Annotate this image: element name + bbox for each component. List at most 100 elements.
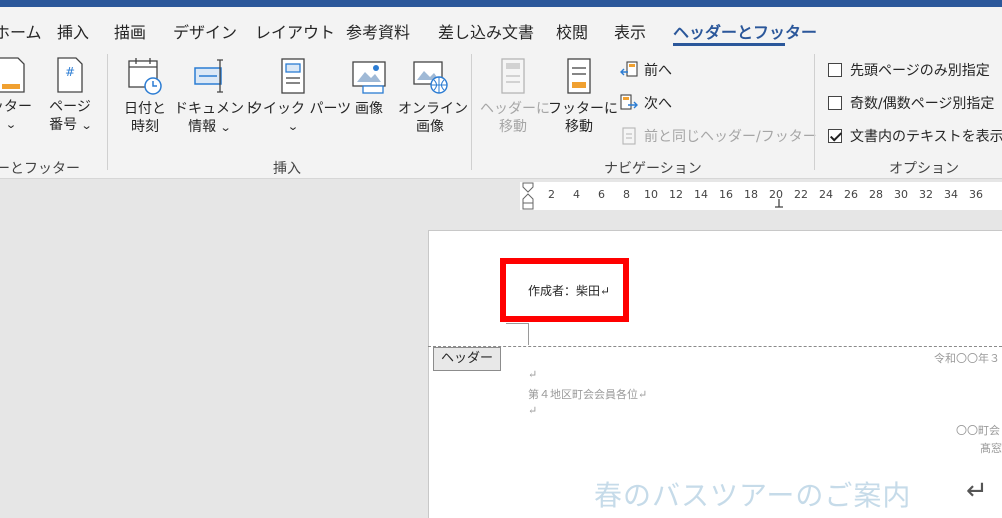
title-bar-strip: [0, 0, 1002, 7]
show-document-text-checkbox[interactable]: 文書内のテキストを表示: [828, 126, 1002, 146]
addressee-line[interactable]: 第４地区町会会員各位↵: [528, 386, 647, 402]
paragraph-mark: ↵: [528, 368, 538, 381]
page-number-label-line1: ページ: [49, 99, 91, 115]
document-info-button[interactable]: ドキュメント 情報 ⌄: [174, 56, 258, 137]
indent-marker-icon[interactable]: [520, 182, 540, 210]
link-to-previous-button[interactable]: 前と同じヘッダー/フッター: [620, 126, 817, 146]
different-first-page-checkbox[interactable]: 先頭ページのみ別指定: [828, 60, 990, 80]
ribbon: ッター ⌄ # ページ 番号 ⌄ ーとフッター 日付と 時刻 ドキュメント 情: [0, 48, 1002, 179]
online-picture-label-line1: オンライン: [398, 101, 468, 117]
margin-marker: [506, 323, 528, 324]
picture-icon: [352, 61, 386, 94]
ruler-gutter: [0, 182, 520, 210]
ruler-tick-label: 6: [598, 188, 605, 201]
next-label: 次へ: [644, 96, 672, 112]
ruler-tick-label: 8: [623, 188, 630, 201]
ruler-tick-label: 14: [694, 188, 708, 201]
ruler-tick-label: 4: [573, 188, 580, 201]
group-label-navigation: ナビゲーション: [604, 161, 702, 177]
date-time-button[interactable]: 日付と 時刻: [118, 56, 172, 136]
tab-mailings[interactable]: 差し込み文書: [438, 19, 534, 43]
different-odd-even-label: 奇数/偶数ページ別指定: [850, 96, 995, 112]
online-picture-button[interactable]: オンライン 画像: [398, 56, 468, 136]
margin-marker: [528, 323, 529, 345]
group-separator: [107, 54, 108, 170]
active-tab-indicator: [673, 43, 785, 46]
group-separator: [471, 54, 472, 170]
tab-layout[interactable]: レイアウト: [255, 19, 335, 43]
tab-home[interactable]: ホーム: [0, 19, 42, 43]
header-boundary-line: [428, 346, 1002, 347]
ribbon-tab-bar: ホーム 挿入 描画 デザイン レイアウト 参考資料 差し込み文書 校閲 表示 ヘ…: [0, 7, 1002, 48]
organization-name-line[interactable]: 髙窓: [980, 440, 1002, 456]
tab-references[interactable]: 参考資料: [346, 19, 410, 43]
date-time-label-line2: 時刻: [131, 119, 159, 135]
go-to-footer-button[interactable]: フッターに 移動: [548, 56, 618, 136]
ruler-tick-label: 22: [794, 188, 808, 201]
svg-text:#: #: [65, 65, 75, 79]
checkbox-unchecked[interactable]: [828, 96, 842, 110]
document-info-label-line1: ドキュメント: [174, 101, 258, 117]
online-picture-icon: [413, 61, 448, 94]
link-to-previous-label: 前と同じヘッダー/フッター: [644, 129, 817, 145]
quick-parts-icon: [281, 58, 305, 94]
ruler-tick-label: 34: [944, 188, 958, 201]
highlight-annotation-box: [500, 258, 629, 322]
tab-header-footer[interactable]: ヘッダーとフッター: [673, 19, 817, 43]
tab-review[interactable]: 校閲: [556, 19, 588, 43]
footer-icon: [0, 57, 25, 93]
go-to-footer-icon: [567, 58, 591, 94]
calendar-clock-icon: [128, 58, 162, 95]
different-first-page-label: 先頭ページのみ別指定: [850, 63, 990, 79]
show-document-text-label: 文書内のテキストを表示: [850, 129, 1002, 145]
quick-parts-button[interactable]: クイック パーツ ⌄: [249, 56, 352, 136]
online-picture-label-line2: 画像: [416, 119, 444, 135]
ruler-tick-label: 18: [744, 188, 758, 201]
date-time-label-line1: 日付と: [124, 101, 166, 117]
ruler-tick-label: 12: [669, 188, 683, 201]
document-title[interactable]: 春のバスツアーのご案内: [594, 474, 911, 514]
ruler-tick-label: 36: [969, 188, 983, 201]
picture-label: 画像: [355, 101, 383, 117]
group-label-header-footer: ーとフッター: [0, 161, 80, 177]
go-to-header-icon: [501, 58, 525, 94]
group-label-options: オプション: [889, 161, 959, 177]
checkbox-checked[interactable]: [828, 129, 842, 143]
ruler-tick-label: 20: [769, 188, 783, 201]
chevron-down-icon: ⌄: [219, 121, 232, 134]
go-to-header-label-line1: ヘッダーに: [480, 101, 550, 117]
different-odd-even-checkbox[interactable]: 奇数/偶数ページ別指定: [828, 93, 994, 113]
page-number-button[interactable]: # ページ 番号 ⌄: [44, 56, 96, 135]
chevron-down-icon: ⌄: [287, 120, 299, 133]
tab-design[interactable]: デザイン: [173, 19, 237, 43]
ruler-tick-label: 16: [719, 188, 733, 201]
footer-button[interactable]: ッター ⌄: [0, 56, 36, 134]
go-to-header-button[interactable]: ヘッダーに 移動: [480, 56, 550, 136]
next-button[interactable]: 次へ: [620, 93, 672, 113]
ruler-tick-label: 32: [919, 188, 933, 201]
previous-label: 前へ: [644, 63, 672, 79]
go-to-header-label-line2: 移動: [499, 119, 527, 135]
ruler-tick-label: 24: [819, 188, 833, 201]
previous-button[interactable]: 前へ: [620, 60, 672, 80]
previous-section-icon: [620, 61, 638, 77]
picture-button[interactable]: 画像: [345, 56, 393, 118]
checkbox-unchecked[interactable]: [828, 63, 842, 77]
group-separator: [814, 54, 815, 170]
tab-insert[interactable]: 挿入: [57, 19, 89, 43]
chevron-down-icon: ⌄: [5, 118, 17, 131]
quick-parts-label: クイック パーツ: [249, 101, 352, 117]
horizontal-ruler[interactable]: 2 4 6 8 10 12 14 16 18 20 22 24 26 28 30 32 34 36: [520, 182, 1002, 210]
date-line[interactable]: 令和〇〇年３: [934, 350, 1000, 366]
ruler-tick-label: 2: [548, 188, 555, 201]
paragraph-mark: ↵: [966, 476, 988, 506]
ruler-tick-label: 26: [844, 188, 858, 201]
chevron-down-icon: ⌄: [80, 119, 93, 132]
document-info-label-line2: 情報: [188, 119, 217, 135]
ruler-tick-label: 10: [644, 188, 658, 201]
organization-line[interactable]: 〇〇町会: [956, 422, 1000, 438]
tab-view[interactable]: 表示: [614, 19, 646, 43]
next-section-icon: [620, 94, 638, 110]
group-label-insert: 挿入: [273, 161, 301, 177]
tab-draw[interactable]: 描画: [114, 19, 146, 43]
